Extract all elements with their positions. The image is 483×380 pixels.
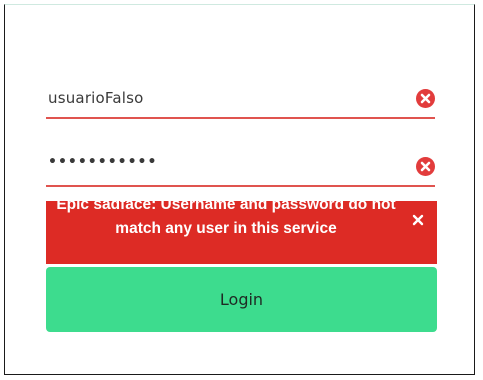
close-icon[interactable]	[411, 212, 425, 226]
username-input-value: usuarioFalso	[48, 89, 144, 107]
password-input-value: •••••••••••	[48, 154, 158, 170]
login-button[interactable]: Login	[46, 267, 437, 332]
error-x-circle-icon	[416, 157, 435, 176]
error-message-text: Epic sadface: Username and password do n…	[56, 201, 396, 237]
error-message-alert: Epic sadface: Username and password do n…	[46, 201, 437, 264]
password-field[interactable]: •••••••••••	[46, 151, 435, 187]
error-x-circle-icon	[416, 89, 435, 108]
login-panel: usuarioFalso ••••••••••• Epic sadface: U…	[4, 4, 475, 375]
username-field[interactable]: usuarioFalso	[46, 83, 435, 119]
